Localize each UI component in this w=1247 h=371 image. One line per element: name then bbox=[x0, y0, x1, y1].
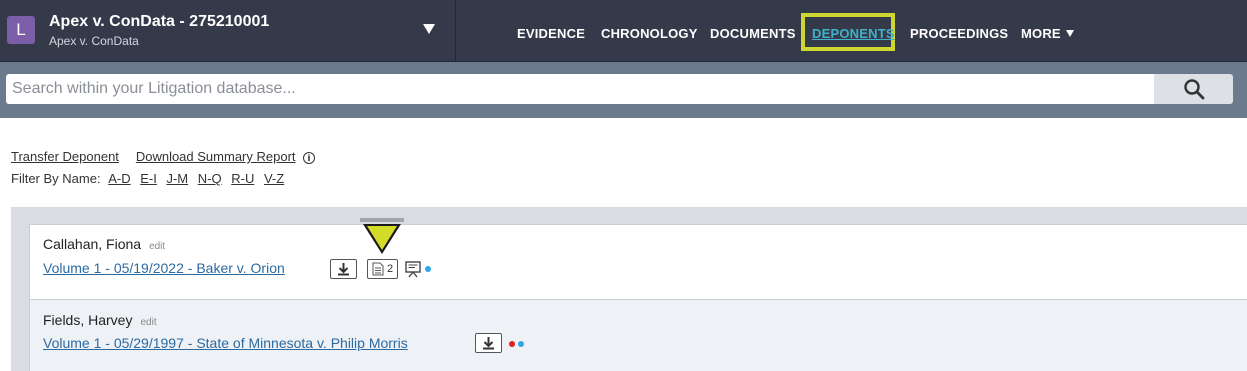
info-icon[interactable]: i bbox=[302, 152, 315, 164]
filter-by-name: Filter By Name: A-D E-I J-M N-Q R-U V-Z bbox=[11, 171, 284, 186]
filter-label: Filter By Name: bbox=[11, 171, 101, 186]
edit-link[interactable]: edit bbox=[149, 241, 165, 252]
deponent-row: Callahan, Fiona edit Volume 1 - 05/19/202… bbox=[29, 224, 1247, 299]
filter-e-i[interactable]: E-I bbox=[140, 171, 157, 186]
filter-v-z[interactable]: V-Z bbox=[264, 171, 284, 186]
download-button[interactable] bbox=[475, 333, 502, 353]
volume-link[interactable]: Volume 1 - 05/29/1997 - State of Minneso… bbox=[43, 335, 408, 351]
case-avatar: L bbox=[7, 16, 35, 44]
status-dot-red bbox=[509, 341, 515, 347]
filter-a-d[interactable]: A-D bbox=[108, 171, 130, 186]
top-navigation-bar: L Apex v. ConData - 275210001 Apex v. Co… bbox=[0, 0, 1247, 62]
nav-more-label: MORE bbox=[1021, 26, 1061, 41]
filter-r-u[interactable]: R-U bbox=[231, 171, 254, 186]
document-icon bbox=[372, 262, 384, 276]
case-dropdown-caret-icon[interactable] bbox=[423, 24, 435, 34]
nav-evidence[interactable]: EVIDENCE bbox=[517, 26, 585, 41]
volume-link[interactable]: Volume 1 - 05/19/2022 - Baker v. Orion bbox=[43, 260, 285, 276]
search-button[interactable] bbox=[1154, 74, 1233, 104]
filter-n-q[interactable]: N-Q bbox=[198, 171, 222, 186]
magnifier-icon bbox=[1184, 79, 1205, 100]
case-title: Apex v. ConData - 275210001 bbox=[49, 13, 270, 30]
download-button[interactable] bbox=[330, 259, 357, 279]
pointer-triangle-icon bbox=[360, 218, 404, 254]
deponent-name-text: Callahan, Fiona bbox=[43, 236, 142, 252]
edit-link[interactable]: edit bbox=[140, 317, 156, 328]
deponent-actions: Transfer Deponent Download Summary Repor… bbox=[11, 148, 315, 166]
status-dot-blue bbox=[518, 341, 524, 347]
download-summary-report-link[interactable]: Download Summary Report bbox=[136, 149, 296, 164]
documents-button[interactable]: 2 bbox=[367, 259, 398, 279]
document-count: 2 bbox=[387, 263, 394, 275]
nav-documents[interactable]: DOCUMENTS bbox=[710, 26, 796, 41]
more-caret-icon bbox=[1065, 30, 1074, 37]
status-dot bbox=[425, 266, 431, 272]
nav-proceedings[interactable]: PROCEEDINGS bbox=[910, 26, 1008, 41]
transfer-deponent-link[interactable]: Transfer Deponent bbox=[11, 149, 119, 164]
deponent-name-text: Fields, Harvey bbox=[43, 312, 133, 328]
nav-more[interactable]: MORE bbox=[1021, 26, 1074, 41]
nav-chronology[interactable]: CHRONOLOGY bbox=[601, 26, 698, 41]
case-subtitle: Apex v. ConData bbox=[49, 34, 139, 48]
download-icon bbox=[483, 337, 494, 350]
deponent-name: Fields, Harvey edit bbox=[43, 312, 157, 328]
deponent-name: Callahan, Fiona edit bbox=[43, 236, 165, 252]
case-selector[interactable]: L Apex v. ConData - 275210001 Apex v. Co… bbox=[0, 0, 456, 62]
download-icon bbox=[338, 263, 349, 276]
presentation-icon[interactable] bbox=[404, 260, 422, 278]
filter-j-m[interactable]: J-M bbox=[166, 171, 188, 186]
search-input[interactable] bbox=[6, 74, 1155, 104]
deponent-row: Fields, Harvey edit Volume 1 - 05/29/1997… bbox=[29, 299, 1247, 371]
search-band bbox=[0, 62, 1247, 118]
nav-deponents[interactable]: DEPONENTS bbox=[812, 26, 895, 41]
